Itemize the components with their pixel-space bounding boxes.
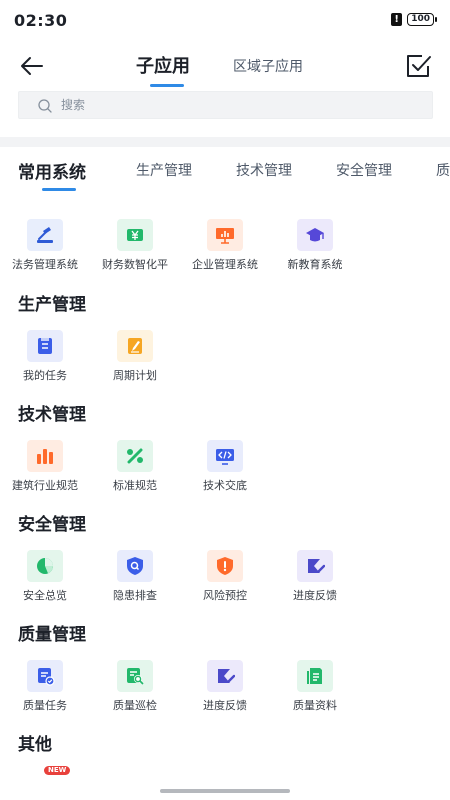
inspection-icon-glyph bbox=[127, 668, 144, 685]
app-education[interactable]: 新教育系统 bbox=[270, 219, 360, 279]
category-tab-technical[interactable]: 技术管理 bbox=[236, 160, 292, 180]
app-building-standards[interactable]: 建筑行业规范 bbox=[0, 440, 90, 500]
category-tab-common[interactable]: 常用系统 bbox=[18, 158, 86, 183]
app-cycle-plan[interactable]: 周期计划 bbox=[90, 330, 180, 390]
app-label: 新教育系统 bbox=[287, 258, 343, 271]
category-tab-safety[interactable]: 安全管理 bbox=[336, 160, 392, 180]
document-icon-glyph bbox=[307, 668, 322, 684]
app-progress-feedback[interactable]: 进度反馈 bbox=[270, 550, 360, 610]
presentation-icon-glyph bbox=[216, 228, 234, 244]
home-indicator[interactable] bbox=[160, 789, 290, 793]
quality-task-icon bbox=[27, 660, 63, 692]
alert-shield-icon-glyph bbox=[217, 557, 233, 575]
category-tab-production[interactable]: 生产管理 bbox=[136, 160, 192, 180]
app-legal[interactable]: 法务管理系统 bbox=[0, 219, 90, 279]
app-label: 建筑行业规范 bbox=[12, 479, 78, 492]
app-quality-inspection[interactable]: 质量巡检 bbox=[90, 660, 180, 720]
search-input[interactable] bbox=[61, 92, 421, 118]
status-bar: 02:30 ! 100 bbox=[0, 0, 450, 40]
graduation-cap-icon bbox=[297, 219, 333, 251]
app-quality-task[interactable]: 质量任务 bbox=[0, 660, 90, 720]
tab-sub-apps[interactable]: 子应用 bbox=[136, 52, 190, 87]
app-enterprise[interactable]: 企业管理系统 bbox=[180, 219, 270, 279]
app-finance[interactable]: 财务数智化平 bbox=[90, 219, 180, 279]
search-bar bbox=[18, 91, 433, 119]
app-quality-progress[interactable]: 进度反馈 bbox=[180, 660, 270, 720]
hourglass-icon bbox=[207, 660, 243, 692]
new-badge: NEW bbox=[44, 766, 71, 775]
app-label: 质量资料 bbox=[293, 699, 337, 712]
category-tab-indicator bbox=[42, 188, 76, 191]
category-tab-quality[interactable]: 质 bbox=[436, 160, 450, 180]
app-safety-overview[interactable]: 安全总览 bbox=[0, 550, 90, 610]
status-time: 02:30 bbox=[14, 11, 68, 30]
percent-icon bbox=[117, 440, 153, 472]
shield-search-icon-glyph bbox=[127, 557, 143, 575]
notification-icon: ! bbox=[391, 13, 403, 26]
app-quality-docs[interactable]: 质量资料 bbox=[270, 660, 360, 720]
app-label: 隐患排查 bbox=[113, 589, 157, 602]
document-icon bbox=[297, 660, 333, 692]
section-title-safety: 安全管理 bbox=[18, 515, 86, 535]
search-icon bbox=[38, 99, 52, 113]
money-icon bbox=[117, 219, 153, 251]
app-label: 我的任务 bbox=[23, 369, 67, 382]
section-title-technical: 技术管理 bbox=[18, 405, 86, 425]
quality-task-icon-glyph bbox=[38, 668, 55, 686]
code-icon-glyph bbox=[216, 449, 234, 465]
plan-icon bbox=[117, 330, 153, 362]
pie-chart-icon bbox=[27, 550, 63, 582]
hourglass-icon-glyph bbox=[218, 669, 235, 683]
hourglass-icon bbox=[297, 550, 333, 582]
shield-search-icon bbox=[117, 550, 153, 582]
bar-chart-icon bbox=[27, 440, 63, 472]
app-label: 风险预控 bbox=[203, 589, 247, 602]
task-icon bbox=[27, 330, 63, 362]
app-standards[interactable]: 标准规范 bbox=[90, 440, 180, 500]
back-arrow-icon[interactable] bbox=[18, 52, 46, 80]
code-icon bbox=[207, 440, 243, 472]
app-tech-briefing[interactable]: 技术交底 bbox=[180, 440, 270, 500]
status-icons: ! 100 bbox=[391, 13, 437, 26]
percent-icon-glyph bbox=[127, 448, 143, 464]
app-label: 安全总览 bbox=[23, 589, 67, 602]
bar-chart-icon-glyph bbox=[37, 449, 53, 464]
app-label: 质量巡检 bbox=[113, 699, 157, 712]
section-divider bbox=[0, 137, 450, 147]
app-label: 进度反馈 bbox=[293, 589, 337, 602]
gavel-icon-glyph bbox=[37, 227, 53, 243]
hourglass-icon-glyph bbox=[308, 559, 325, 573]
section-title-production: 生产管理 bbox=[18, 295, 86, 315]
app-label: 进度反馈 bbox=[203, 699, 247, 712]
presentation-icon bbox=[207, 219, 243, 251]
plan-icon-glyph bbox=[128, 338, 142, 354]
category-tabs: 常用系统 生产管理 技术管理 安全管理 质 bbox=[0, 150, 450, 198]
app-label: 标准规范 bbox=[113, 479, 157, 492]
task-icon-glyph bbox=[38, 338, 52, 354]
app-label: 周期计划 bbox=[113, 369, 157, 382]
tab-region-sub-apps[interactable]: 区域子应用 bbox=[233, 56, 303, 76]
battery-icon: 100 bbox=[407, 13, 437, 26]
graduation-cap-icon-glyph bbox=[306, 228, 324, 242]
nav-bar: 子应用 区域子应用 bbox=[0, 44, 450, 88]
app-label: 企业管理系统 bbox=[192, 258, 258, 271]
money-icon-glyph bbox=[127, 229, 143, 241]
app-hazard-check[interactable]: 隐患排查 bbox=[90, 550, 180, 610]
app-label: 质量任务 bbox=[23, 699, 67, 712]
app-my-tasks[interactable]: 我的任务 bbox=[0, 330, 90, 390]
gavel-icon bbox=[27, 219, 63, 251]
app-label: 技术交底 bbox=[203, 479, 247, 492]
pie-chart-icon-glyph bbox=[37, 558, 53, 574]
section-title-other: 其他 bbox=[18, 735, 52, 755]
inspection-icon bbox=[117, 660, 153, 692]
alert-shield-icon bbox=[207, 550, 243, 582]
app-label: 财务数智化平 bbox=[102, 258, 168, 271]
app-risk-control[interactable]: 风险预控 bbox=[180, 550, 270, 610]
section-title-quality: 质量管理 bbox=[18, 625, 86, 645]
edit-checkbox-icon[interactable] bbox=[404, 52, 432, 80]
app-label: 法务管理系统 bbox=[12, 258, 78, 271]
